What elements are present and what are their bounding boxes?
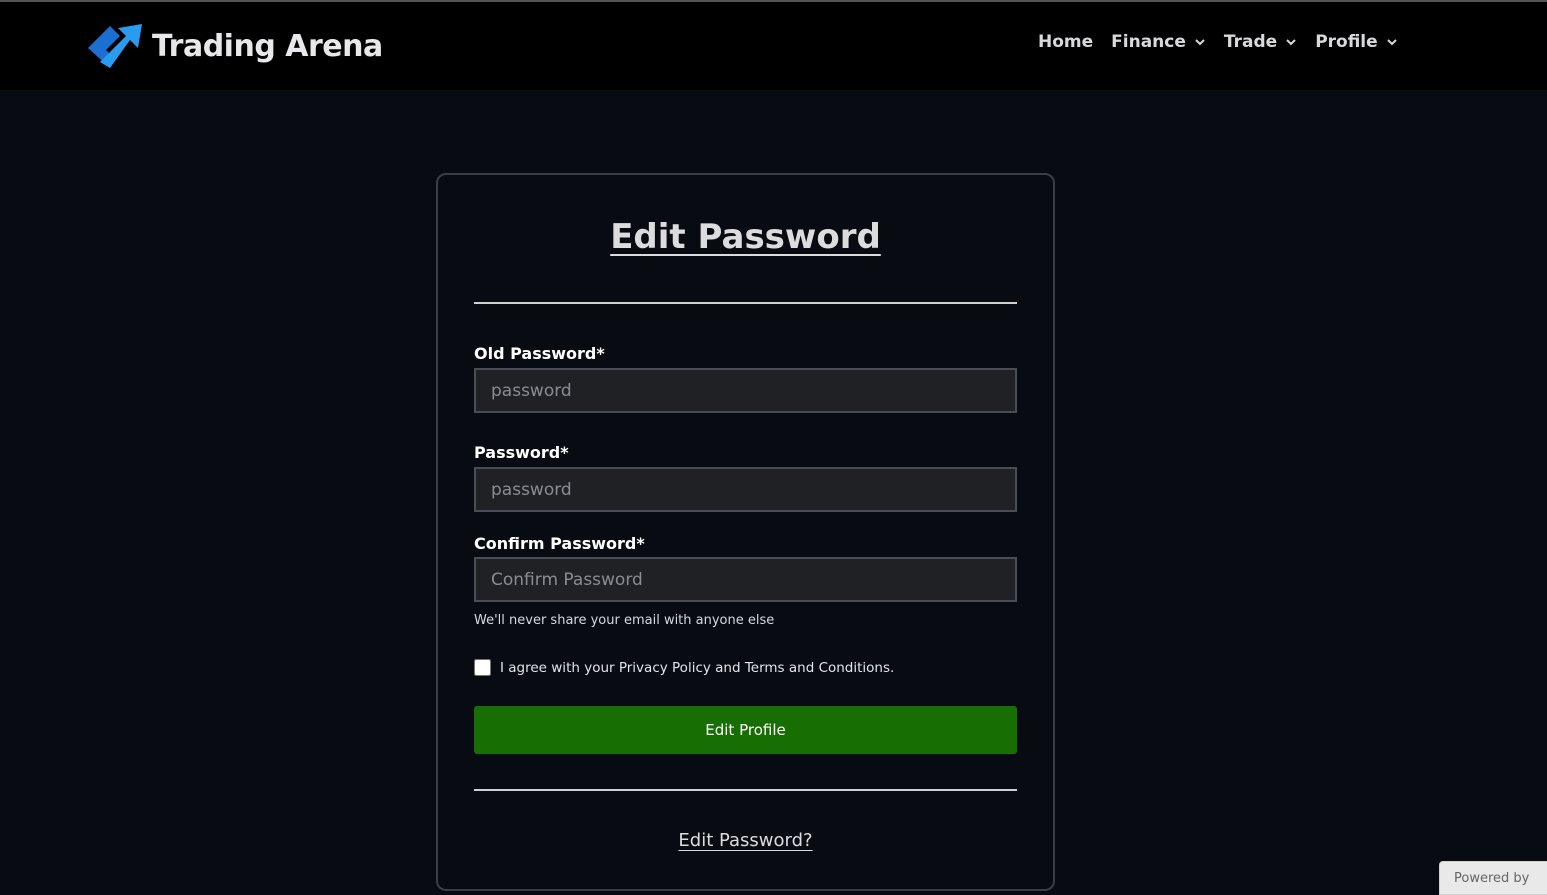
top-navbar: Trading Arena Home Finance Trade Profile [0, 2, 1547, 90]
chevron-down-icon [1386, 39, 1397, 46]
agree-terms-checkbox[interactable] [474, 659, 491, 676]
bottom-divider [474, 789, 1017, 791]
top-divider [474, 302, 1017, 304]
agree-terms-row: I agree with your Privacy Policy and Ter… [474, 659, 894, 676]
page-title: Edit Password [438, 217, 1053, 257]
confirm-password-label: Confirm Password* [474, 534, 645, 553]
agree-terms-label: I agree with your Privacy Policy and Ter… [500, 659, 895, 676]
page-title-text: Edit Password [610, 217, 881, 257]
edit-password-link[interactable]: Edit Password? [438, 830, 1053, 851]
chevron-down-icon [1195, 39, 1205, 46]
nav-finance-dropdown[interactable]: Finance [1111, 32, 1206, 52]
old-password-input[interactable] [474, 368, 1017, 413]
password-input[interactable] [474, 467, 1017, 512]
edit-profile-button[interactable]: Edit Profile [474, 706, 1017, 754]
nav-trade-label: Trade [1223, 32, 1278, 52]
brand-name: Trading Arena [152, 28, 383, 64]
powered-by-badge[interactable]: Powered by [1439, 861, 1547, 895]
email-privacy-help-text: We'll never share your email with anyone… [474, 613, 775, 628]
main-nav: Home Finance Trade Profile [1038, 32, 1416, 52]
password-label: Password* [474, 443, 569, 462]
nav-trade-dropdown[interactable]: Trade [1224, 32, 1297, 52]
powered-by-label: Powered by [1454, 871, 1530, 886]
nav-finance-label: Finance [1111, 32, 1186, 52]
nav-profile-dropdown[interactable]: Profile [1315, 32, 1397, 52]
old-password-label: Old Password* [474, 344, 605, 363]
arrow-logo-icon [88, 24, 142, 68]
confirm-password-input[interactable] [474, 557, 1017, 602]
edit-password-card: Edit Password Old Password* Password* Co… [436, 173, 1055, 891]
nav-profile-label: Profile [1315, 32, 1378, 52]
chevron-down-icon [1286, 39, 1296, 46]
nav-home-label: Home [1038, 32, 1094, 52]
nav-home[interactable]: Home [1038, 32, 1093, 52]
brand-logo-link[interactable]: Trading Arena [86, 22, 383, 70]
